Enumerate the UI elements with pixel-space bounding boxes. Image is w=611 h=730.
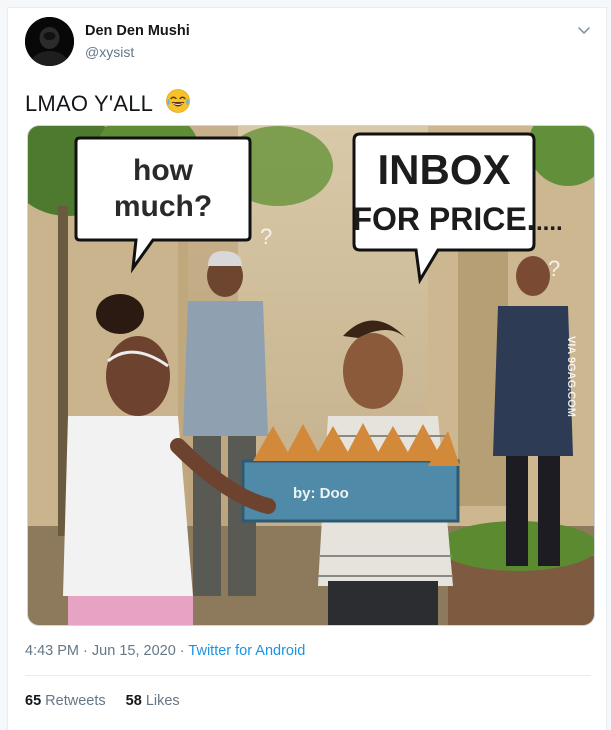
- bubble-right-line-1: INBOX: [377, 146, 510, 193]
- chevron-down-icon[interactable]: [576, 22, 592, 38]
- likes-label: Likes: [145, 693, 180, 709]
- retweets-count: 65: [25, 693, 42, 709]
- meta-separator: ·: [83, 643, 88, 659]
- user-handle[interactable]: @xysist: [85, 44, 134, 60]
- bubble-left-line-2: much?: [114, 190, 212, 223]
- tweet-text: LMAO Y'ALL: [25, 88, 191, 120]
- question-mark-decoration: ?: [548, 256, 560, 281]
- bubble-right-trail: ....: [536, 209, 563, 236]
- watermark: VIA 9GAG.COM: [565, 336, 577, 417]
- question-mark-decoration: ?: [260, 224, 272, 249]
- tweet-meta: 4:43 PM · Jun 15, 2020 · Twitter for And…: [25, 643, 305, 659]
- tweet-card: Den Den Mushi @xysist LMAO Y'ALL by: Doo…: [7, 7, 607, 730]
- tweet-time[interactable]: 4:43 PM: [25, 643, 79, 659]
- likes-stat[interactable]: 58 Likes: [126, 693, 180, 709]
- face-with-tears-of-joy-icon: [165, 89, 191, 119]
- likes-count: 58: [125, 693, 142, 709]
- divider: [25, 675, 591, 676]
- meta-separator: ·: [179, 643, 185, 659]
- tweet-photo[interactable]: by: Doo how much? INBOX FOR PRICE. .... …: [27, 125, 595, 626]
- display-name[interactable]: Den Den Mushi: [85, 23, 190, 39]
- meme-image: by: Doo how much? INBOX FOR PRICE. .... …: [28, 126, 594, 625]
- tweet-source-link[interactable]: Twitter for Android: [188, 643, 305, 659]
- avatar[interactable]: [25, 17, 74, 66]
- tweet-date[interactable]: Jun 15, 2020: [92, 643, 176, 659]
- tweet-text-content: LMAO Y'ALL: [25, 91, 153, 116]
- retweets-label: Retweets: [45, 693, 106, 709]
- bubble-right-line-2: FOR PRICE.: [352, 201, 535, 237]
- avatar-image: [25, 17, 74, 66]
- tweet-stats: 65 Retweets 58 Likes: [25, 693, 196, 709]
- tray-label: by: Doo: [293, 485, 349, 502]
- retweets-stat[interactable]: 65 Retweets: [25, 693, 110, 709]
- bubble-left-line-1: how: [133, 154, 194, 187]
